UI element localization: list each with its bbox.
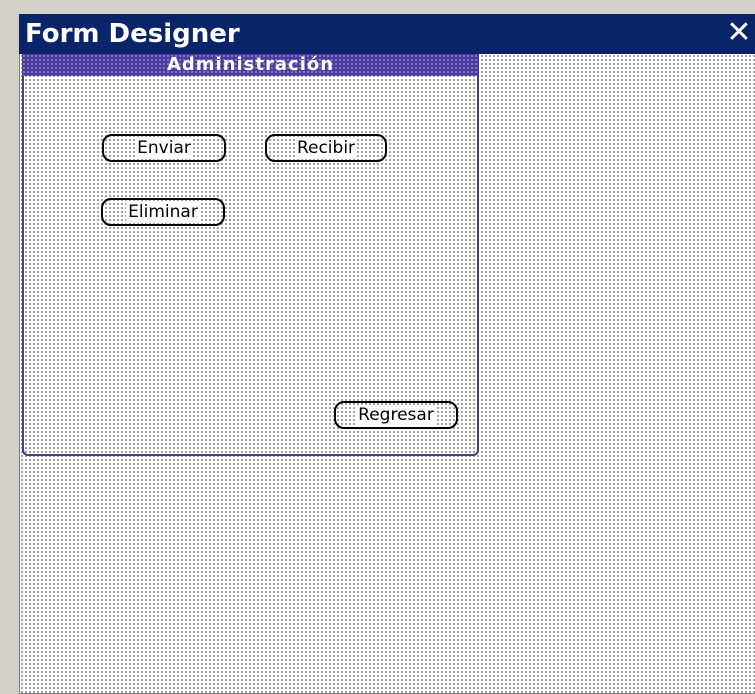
close-icon[interactable]: ✕ xyxy=(725,18,753,48)
design-canvas[interactable]: Administración Enviar Recibir Eliminar R… xyxy=(19,54,755,694)
regresar-button[interactable]: Regresar xyxy=(334,401,458,429)
eliminar-label: Eliminar xyxy=(126,202,200,222)
recibir-button[interactable]: Recibir xyxy=(265,134,387,162)
form-title-bar[interactable]: Administración xyxy=(22,54,479,76)
enviar-button[interactable]: Enviar xyxy=(102,134,226,162)
window-titlebar[interactable]: Form Designer ✕ xyxy=(19,14,755,54)
regresar-label: Regresar xyxy=(356,405,436,425)
form-designer-window: Form Designer ✕ Administración Enviar Re… xyxy=(7,8,755,694)
palm-form[interactable]: Administración Enviar Recibir Eliminar R… xyxy=(22,54,479,456)
window-title: Form Designer xyxy=(25,19,240,49)
form-title: Administración xyxy=(166,54,335,75)
recibir-label: Recibir xyxy=(294,138,358,158)
eliminar-button[interactable]: Eliminar xyxy=(101,198,225,226)
enviar-label: Enviar xyxy=(135,138,193,158)
